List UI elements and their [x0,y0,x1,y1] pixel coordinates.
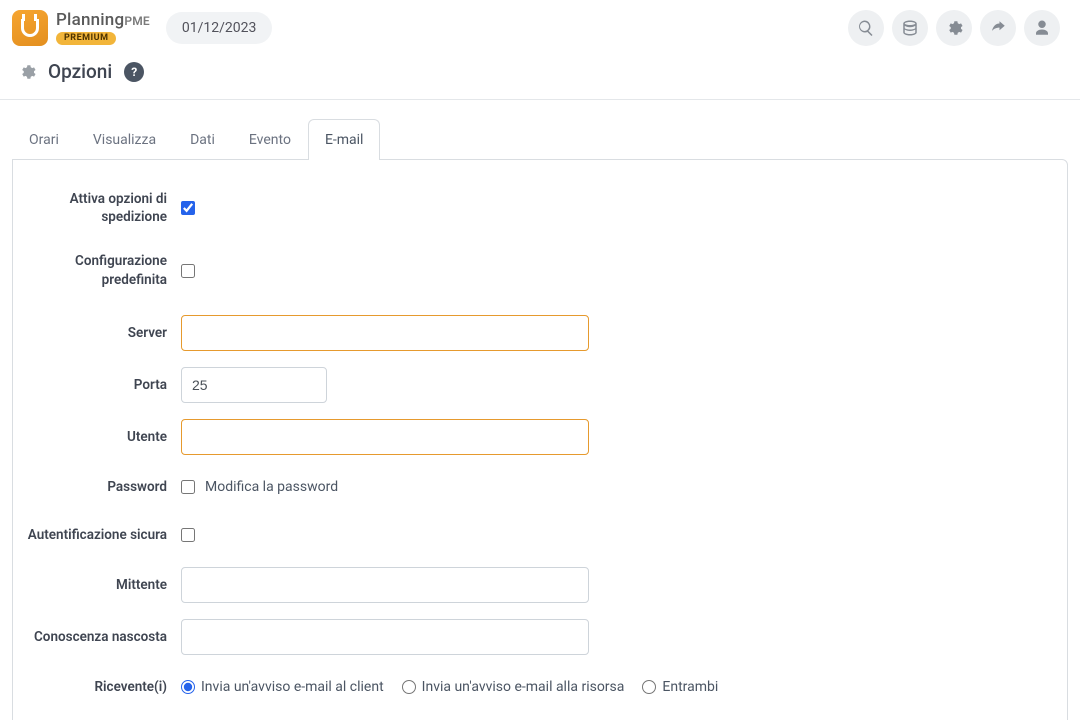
app-viewport[interactable]: PlanningPME PREMIUM 01/12/2023 [0,0,1080,720]
topbar-actions [848,10,1068,46]
checkbox-secure-auth[interactable] [181,528,195,542]
database-icon [901,19,919,37]
app-logo: PlanningPME PREMIUM [12,10,150,46]
share-icon [989,19,1007,37]
tab-orari[interactable]: Orari [12,119,76,160]
checkbox-enable-sending[interactable] [181,201,195,215]
email-panel: Attiva opzioni di spedizione Configurazi… [12,159,1068,720]
row-password: Password Modifica la password [13,463,1067,511]
label-enable-sending: Attiva opzioni di spedizione [13,190,181,226]
date-picker[interactable]: 01/12/2023 [166,12,273,44]
row-user: Utente [13,411,1067,463]
label-default-config: Configurazione predefinita [13,252,181,288]
search-icon [857,19,875,37]
checkbox-change-password[interactable] [181,480,195,494]
tab-evento[interactable]: Evento [232,119,308,160]
user-button[interactable] [1024,10,1060,46]
row-server: Server [13,307,1067,359]
brand-tier-badge: PREMIUM [56,32,116,45]
radio-label-resource: Invia un'avviso e-mail alla risorsa [422,679,625,695]
row-enable-sending: Attiva opzioni di spedizione [13,182,1067,234]
gear-icon [945,19,963,37]
page-header: Opzioni ? [0,54,1080,99]
radio-item-resource[interactable]: Invia un'avviso e-mail alla risorsa [402,679,625,695]
tab-dati[interactable]: Dati [173,119,232,160]
label-port: Porta [13,376,181,394]
label-server: Server [13,324,181,342]
label-password: Password [13,478,181,496]
tab-visualizza[interactable]: Visualizza [76,119,173,160]
row-port: Porta [13,359,1067,411]
brand-name-main: Planning [56,10,124,30]
radio-item-both[interactable]: Entrambi [642,679,718,695]
input-bcc[interactable] [181,619,589,655]
row-secure-auth: Autentificazione sicura [13,511,1067,559]
input-sender[interactable] [181,567,589,603]
radio-recipient-client[interactable] [181,680,195,694]
input-server[interactable] [181,315,589,351]
row-recipient: Ricevente(i) Invia un'avviso e-mail al c… [13,663,1067,711]
label-change-password: Modifica la password [205,479,338,495]
radio-label-both: Entrambi [662,679,718,695]
label-recipient: Ricevente(i) [13,678,181,696]
label-secure-auth: Autentificazione sicura [13,526,181,544]
topbar: PlanningPME PREMIUM 01/12/2023 [0,0,1080,54]
brand-name: PlanningPME [56,12,150,29]
input-port[interactable] [181,367,327,403]
radio-recipient-both[interactable] [642,680,656,694]
radio-recipient-resource[interactable] [402,680,416,694]
input-user[interactable] [181,419,589,455]
logo-mark-icon [12,10,48,46]
share-button[interactable] [980,10,1016,46]
label-sender: Mittente [13,576,181,594]
row-sender: Mittente [13,559,1067,611]
label-user: Utente [13,428,181,446]
logo-text: PlanningPME PREMIUM [56,12,150,45]
gear-icon [18,63,36,81]
divider [0,99,1080,100]
search-button[interactable] [848,10,884,46]
row-default-config: Configurazione predefinita [13,244,1067,296]
tabs: Orari Visualizza Dati Evento E-mail [0,118,1080,159]
label-bcc: Conoscenza nascosta [13,628,181,646]
user-icon [1033,19,1051,37]
radio-item-client[interactable]: Invia un'avviso e-mail al client [181,679,384,695]
row-bcc: Conoscenza nascosta [13,611,1067,663]
tab-email[interactable]: E-mail [308,119,381,160]
brand-name-suffix: PME [124,14,150,28]
radio-label-client: Invia un'avviso e-mail al client [201,679,384,695]
settings-button[interactable] [936,10,972,46]
page-title: Opzioni [48,60,112,83]
help-button[interactable]: ? [124,62,144,82]
database-button[interactable] [892,10,928,46]
checkbox-default-config[interactable] [181,264,195,278]
